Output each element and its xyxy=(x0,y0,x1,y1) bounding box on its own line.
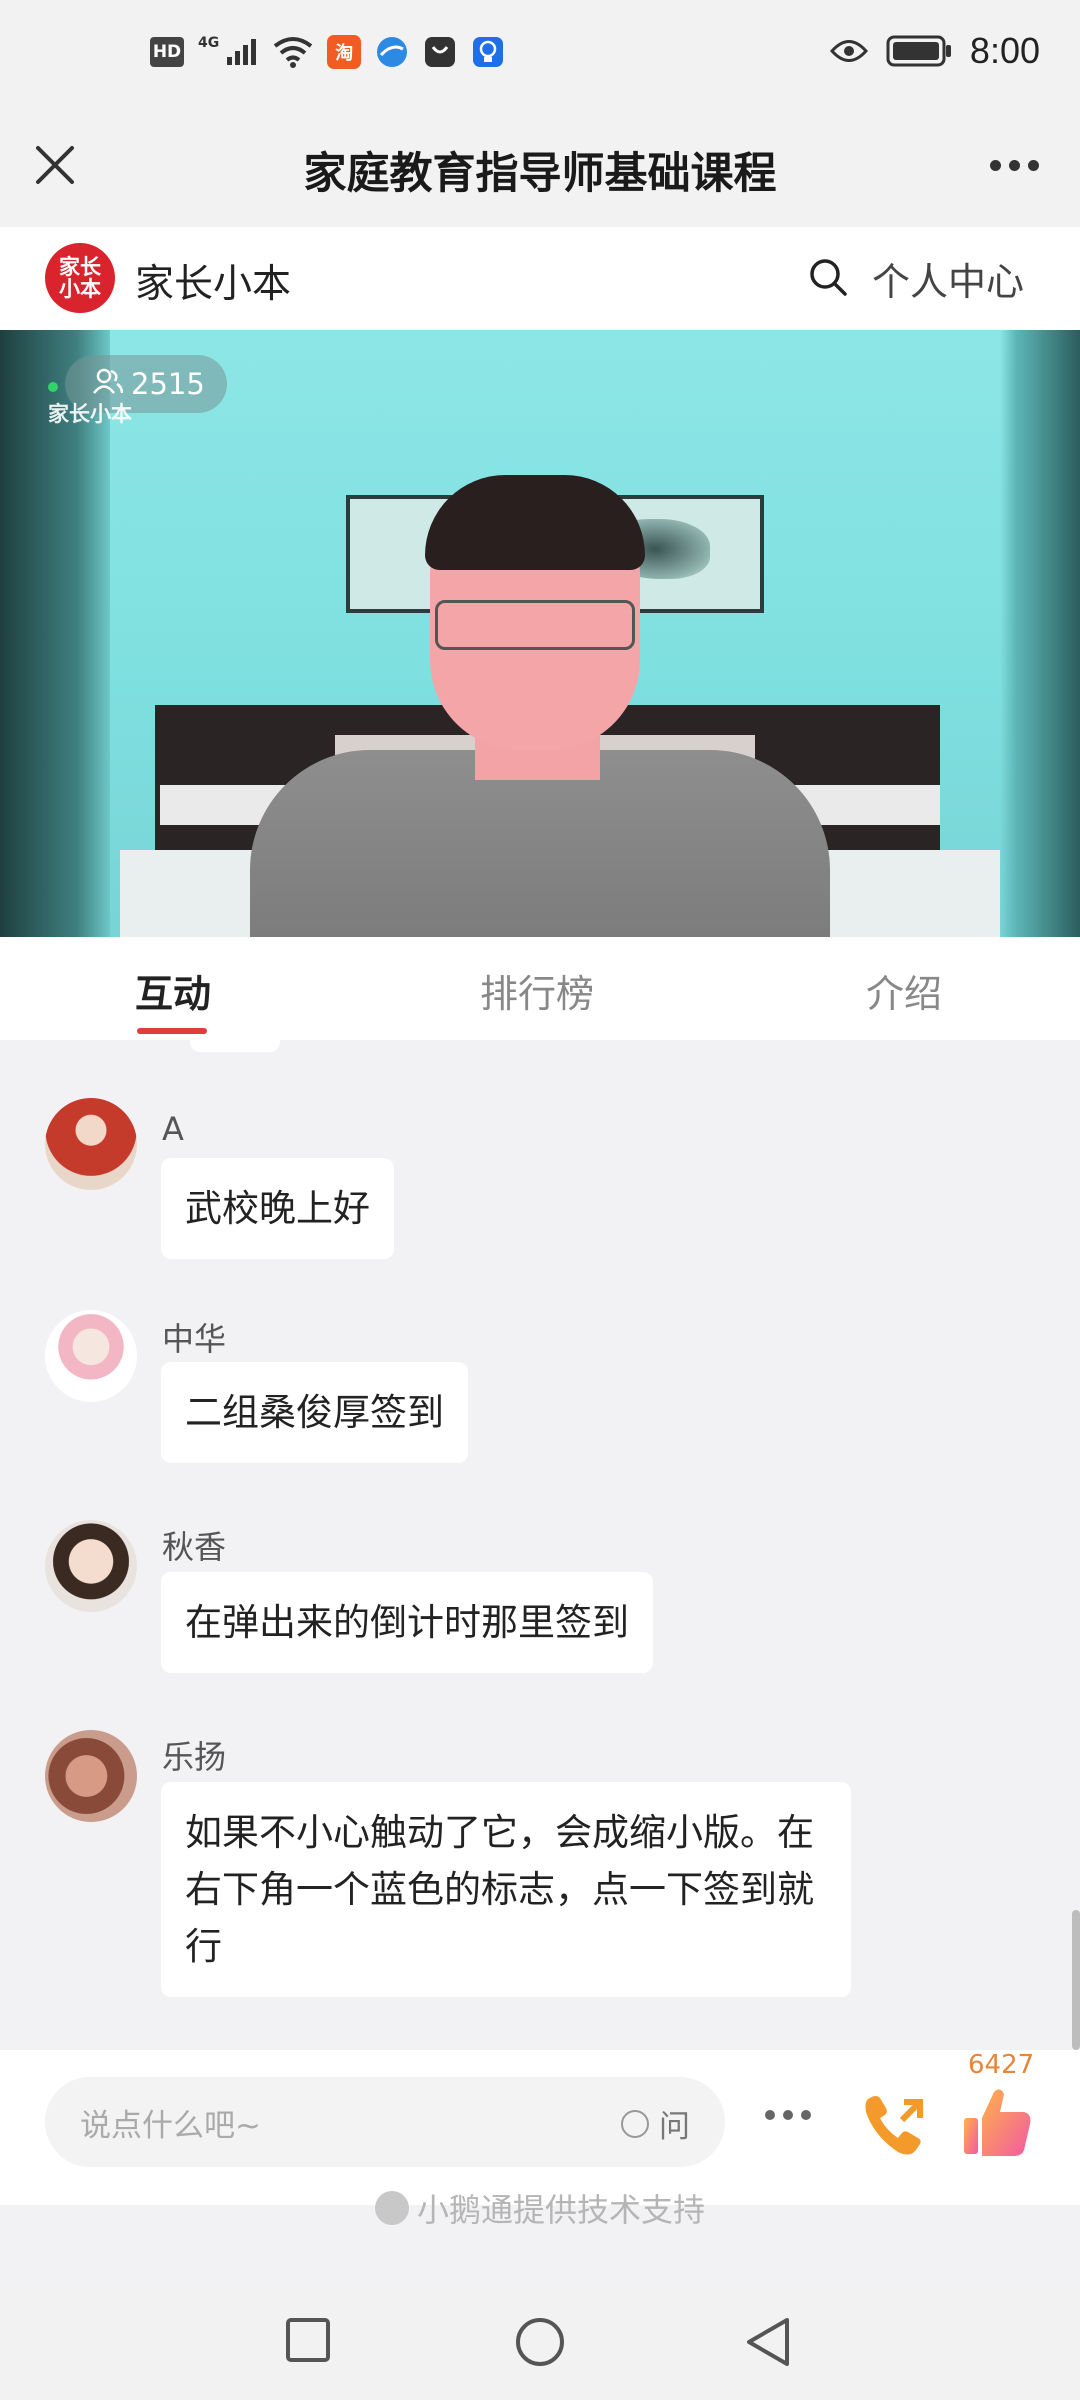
tab-bar: 互动 排行榜 介绍 xyxy=(0,937,1080,1040)
message-username: 中华 xyxy=(162,1320,227,1358)
message-bubble: 在弹出来的倒计时那里签到 xyxy=(161,1572,653,1673)
shop-name[interactable]: 家长小本 xyxy=(135,253,291,309)
taobao-icon: 淘 xyxy=(327,35,362,69)
bag-icon xyxy=(423,35,457,69)
viewers-icon xyxy=(93,367,124,401)
avatar[interactable] xyxy=(45,1520,137,1612)
message-username: 秋香 xyxy=(162,1528,227,1566)
call-icon[interactable] xyxy=(858,2088,933,2163)
home-icon[interactable] xyxy=(513,2315,567,2373)
status-left: HD 4G 淘 xyxy=(150,35,505,69)
tab-leaderboard[interactable]: 排行榜 xyxy=(480,963,594,1018)
back-icon[interactable] xyxy=(743,2315,793,2373)
comment-placeholder: 说点什么吧~ xyxy=(80,2108,261,2144)
like-button[interactable] xyxy=(960,2082,1035,2162)
comment-input[interactable]: 说点什么吧~ 问 xyxy=(45,2077,725,2167)
shop-logo[interactable]: 家长 小本 xyxy=(45,243,115,313)
clock-time: 8:00 xyxy=(969,30,1040,71)
active-tab-indicator xyxy=(137,1028,207,1034)
logo-line-1: 家长 xyxy=(59,255,101,279)
avatar[interactable] xyxy=(45,1730,137,1822)
message-bubble: 武校晚上好 xyxy=(161,1158,394,1259)
tab-intro[interactable]: 介绍 xyxy=(866,963,942,1018)
wifi-icon xyxy=(273,36,313,68)
chat-scrollbar[interactable] xyxy=(1072,1910,1080,2050)
personal-center-link[interactable]: 个人中心 xyxy=(872,251,1024,306)
avatar[interactable] xyxy=(45,1098,137,1190)
live-indicator xyxy=(48,382,58,392)
lightbulb-icon xyxy=(471,35,505,69)
video-presenter xyxy=(250,475,830,937)
shop-header: 家长 小本 家长小本 个人中心 xyxy=(0,227,1080,330)
like-count: 6427 xyxy=(968,2050,1035,2080)
system-nav-bar xyxy=(0,2285,1080,2400)
ask-question-toggle[interactable]: 问 xyxy=(621,2101,690,2146)
tech-support-text: 小鹅通提供技术支持 xyxy=(416,2191,705,2229)
tech-support-footer: 小鹅通提供技术支持 xyxy=(0,2185,1080,2231)
more-actions-icon[interactable] xyxy=(765,2110,811,2120)
avatar[interactable] xyxy=(45,1310,137,1402)
message-bubble: 如果不小心触动了它，会成缩小版。在右下角一个蓝色的标志，点一下签到就行 xyxy=(161,1782,851,1997)
battery-icon xyxy=(886,35,952,67)
ask-label: 问 xyxy=(659,2109,690,2145)
video-watermark: 家长小本 xyxy=(48,402,132,426)
status-right: 8:00 xyxy=(829,30,1040,72)
logo-line-2: 小本 xyxy=(59,277,101,301)
status-bar: HD 4G 淘 8:00 xyxy=(0,0,1080,115)
title-bar: 家庭教育指导师基础课程 xyxy=(0,115,1080,227)
live-video-player[interactable]: 2515 家长小本 xyxy=(0,330,1080,937)
message-username: 乐扬 xyxy=(162,1738,227,1776)
page-title: 家庭教育指导师基础课程 xyxy=(303,149,777,199)
search-icon[interactable] xyxy=(808,257,848,297)
chat-list[interactable]: A 武校晚上好 中华 二组桑俊厚签到 秋香 在弹出来的倒计时那里签到 乐扬 如果… xyxy=(0,1040,1080,2050)
message-bubble: 二组桑俊厚签到 xyxy=(161,1362,468,1463)
more-options-icon[interactable] xyxy=(990,145,1050,185)
radio-circle-icon xyxy=(621,2109,649,2138)
hd-icon: HD xyxy=(150,37,184,67)
eye-icon xyxy=(829,38,868,64)
network-4g-label: 4G xyxy=(198,35,220,51)
tab-interact[interactable]: 互动 xyxy=(135,963,211,1018)
message-username: A xyxy=(162,1110,184,1148)
xiaoe-logo-icon xyxy=(374,2191,409,2225)
viewer-count: 2515 xyxy=(131,367,205,401)
browser-icon xyxy=(375,35,409,69)
recent-apps-icon[interactable] xyxy=(283,2315,333,2369)
signal-icon xyxy=(225,37,259,67)
input-bar: 说点什么吧~ 问 6427 xyxy=(0,2050,1080,2205)
